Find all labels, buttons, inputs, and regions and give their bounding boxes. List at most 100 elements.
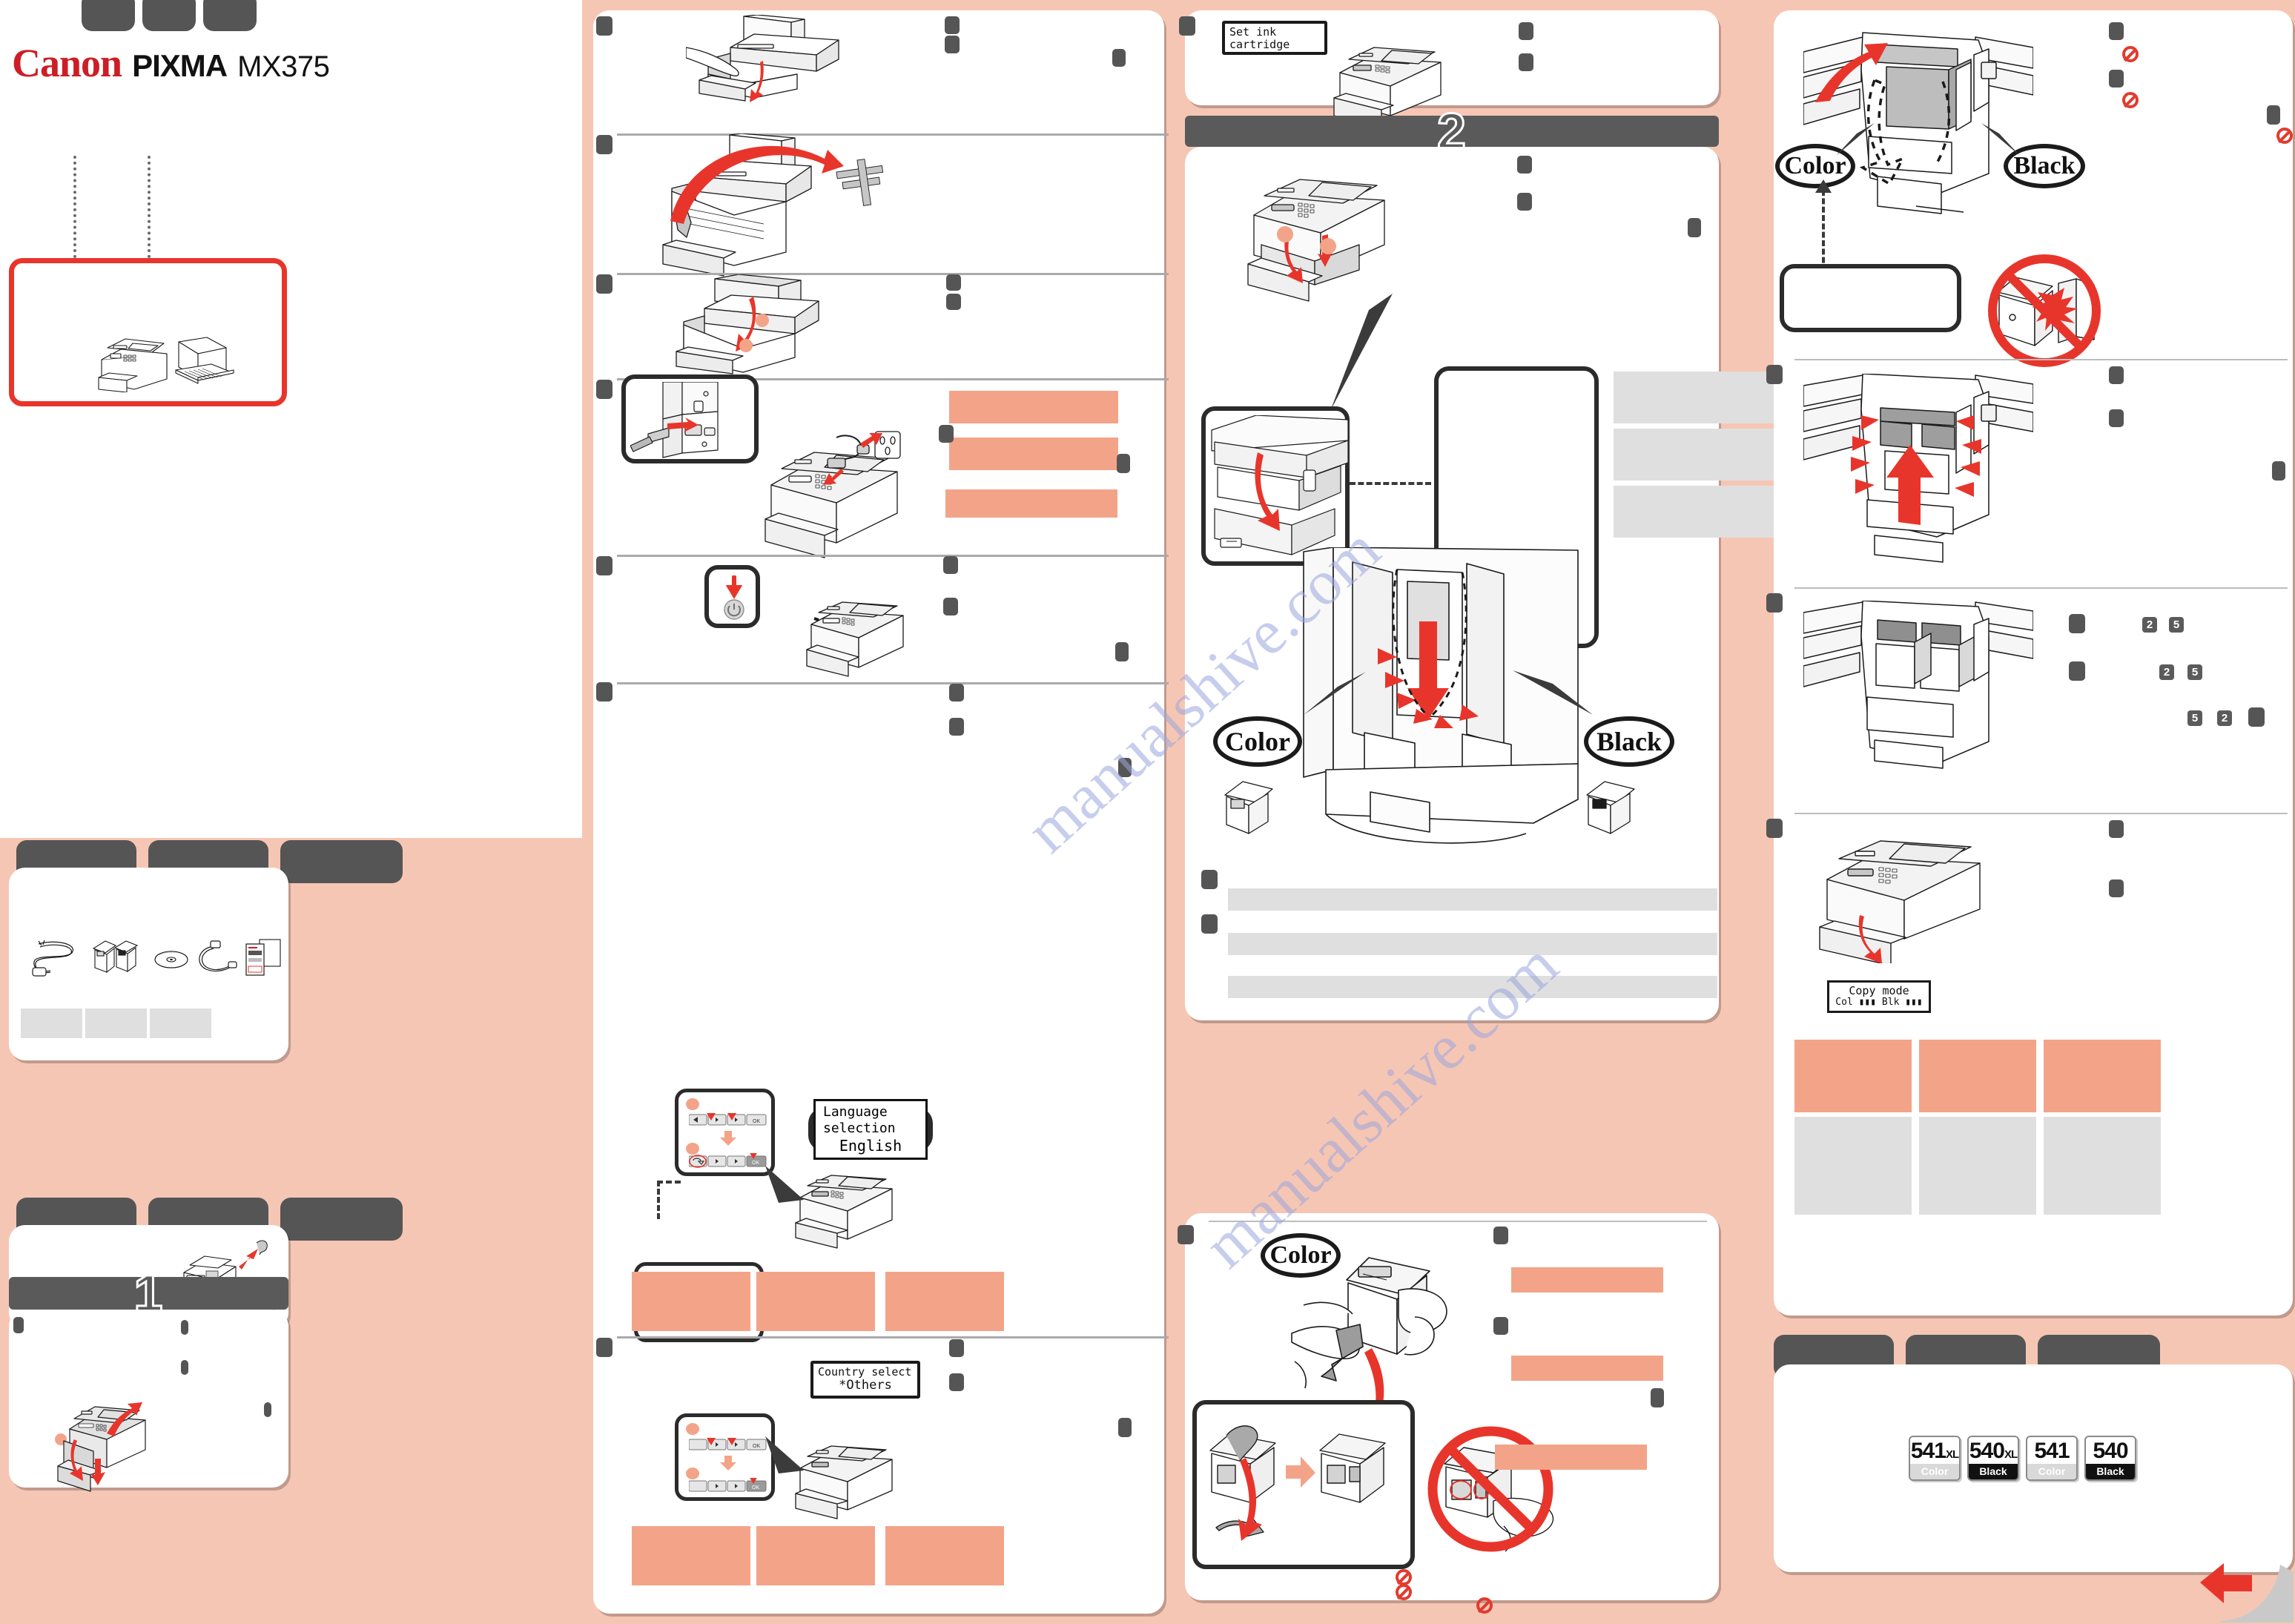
c3-s2-caution-2 <box>1228 933 1717 955</box>
copy-mode-lcd: Copy mode Col ▮▮▮ Blk ▮▮▮ <box>1827 980 1931 1014</box>
c2-s4-note-2 <box>949 438 1118 470</box>
c2-s5-text-c <box>1115 642 1129 661</box>
c3-top-marker <box>1179 16 1195 36</box>
svg-text:OK: OK <box>752 1485 759 1491</box>
c2-button-sequence-inset: OK OK <box>675 1089 775 1176</box>
divider-dotted-left <box>73 156 76 258</box>
brand-logo: Canon PIXMA MX375 <box>12 40 330 86</box>
c4-install-note-box <box>1780 264 1961 332</box>
ink-chip-1-num: 540 <box>1969 1439 2005 1463</box>
c4-s2-text-c <box>2272 461 2285 481</box>
power-button-icon <box>719 575 749 621</box>
c3-s2-text-b <box>1517 193 1532 211</box>
c2-s3-text-b <box>946 294 961 310</box>
c2-country-pointer <box>765 1435 832 1479</box>
copy-mode-lcd-line1: Copy mode <box>1849 984 1909 997</box>
ink-chip-0-suffix: XL <box>1945 1448 1959 1461</box>
c2-country-button-row-top: OK <box>689 1438 767 1451</box>
country-lcd-line1: Country select <box>818 1365 912 1379</box>
c4-ref-badge-6: 2 <box>2217 710 2232 726</box>
c3-black-leader <box>1511 670 1608 730</box>
c3-s2-text-a <box>1517 156 1532 174</box>
c2-button-row-top: OK <box>689 1113 767 1126</box>
c2-country-down-arrow <box>719 1456 738 1470</box>
ink-chip-0-type: Color <box>1910 1464 1959 1479</box>
c4-bottom-body-3 <box>2044 1117 2161 1215</box>
c2-s4-text-b <box>1117 454 1130 473</box>
c4-bottom-body-2 <box>1919 1117 2036 1215</box>
c2-power-button-inset <box>704 565 760 628</box>
c2-s4-note-1 <box>949 391 1118 423</box>
c4-s3-text-b <box>2069 661 2085 681</box>
c2-close-cover-illustration <box>667 274 853 374</box>
c2-open-document-cover-illustration <box>686 15 879 102</box>
step1-instruction-block-a <box>13 1317 24 1333</box>
c2-separator-5 <box>617 682 1169 684</box>
country-select-lcd: Country select *Others <box>810 1361 920 1399</box>
phone-cable-icon <box>194 940 237 978</box>
c2-s5-text-a <box>943 556 958 574</box>
c3-s2-bullet-2 <box>1201 914 1218 934</box>
ink-chip-1-suffix: XL <box>2004 1448 2018 1461</box>
language-lcd-line2: English <box>839 1136 902 1155</box>
c2-s5-marker <box>596 556 612 575</box>
c2-s2-marker <box>596 135 612 154</box>
c2-s1-text-c <box>1112 49 1126 67</box>
c2-s7-note-3 <box>885 1526 1004 1585</box>
c4-s4-text-a <box>2109 820 2124 838</box>
step1-instruction-block-d <box>264 1402 271 1417</box>
c3-s2-caution-3 <box>1228 976 1717 998</box>
c2-s4-text-a <box>939 425 954 443</box>
intro-redbox <box>9 258 287 406</box>
c2-s1-marker <box>596 16 612 36</box>
c2-power-port-illustration <box>630 382 756 462</box>
ink-chip-540xl-black-number: 540XL <box>1969 1437 2018 1464</box>
c4-black-leader <box>1980 123 2024 160</box>
c3-top-text-b <box>1519 53 1533 71</box>
c3-s2-table-row-1 <box>1614 372 1780 423</box>
c4-bottom-body-1 <box>1794 1117 1912 1215</box>
c2-s4-note-3 <box>945 489 1117 518</box>
c3-top-text-a <box>1519 22 1533 40</box>
c2-country-button-row-bottom: OK <box>689 1478 767 1493</box>
printer-and-laptop-illustration <box>96 321 237 392</box>
c4-ref-badge-4: 5 <box>2187 664 2202 680</box>
supplied-caption-block-1 <box>21 1009 82 1038</box>
c4-prohibition-3 <box>2276 128 2293 144</box>
language-selection-lcd: Language selection English <box>808 1099 933 1160</box>
c4-ref-badge-2: 5 <box>2169 617 2184 633</box>
c4-separator-2 <box>1794 587 2288 589</box>
c3-bottom-text-c <box>1651 1388 1664 1407</box>
c4-ref-badge-1: 2 <box>2142 617 2157 633</box>
c4-s1-text-c <box>2267 105 2280 125</box>
page-corner-curl <box>2199 1542 2295 1624</box>
c3-s2-table-row-2 <box>1614 429 1780 481</box>
c2-separator-6 <box>617 1336 1169 1339</box>
c2-s4-marker <box>596 380 612 399</box>
step1-instruction-block-b <box>181 1320 188 1335</box>
c4-both-cartridges-illustration <box>1803 601 2033 786</box>
c2-language-leader-v <box>657 1181 660 1219</box>
setup-cd-icon <box>153 945 190 974</box>
ink-chip-3-type: Black <box>2086 1464 2135 1479</box>
c4-ref-badge-5: 5 <box>2187 710 2202 726</box>
c4-s1-text-a <box>2109 22 2124 40</box>
canon-wordmark: Canon <box>12 41 122 85</box>
ink-chip-540-black: 540 Black <box>2084 1436 2136 1481</box>
c2-s1-text-b <box>945 36 960 53</box>
c2-separator-4 <box>617 555 1169 557</box>
c3-color-leader <box>1278 672 1367 731</box>
c3-bottom-text-b <box>1493 1317 1508 1335</box>
ink-cartridge-chips: 541XL Color 540XL Black 541 Color 540 Bl… <box>1909 1436 2136 1481</box>
c4-prohibition-2 <box>2122 92 2139 108</box>
c4-s2-text-a <box>2109 366 2124 384</box>
step-2-panel: Color Black <box>1185 147 1780 1020</box>
c2-s7-note-2 <box>756 1526 875 1585</box>
c2-s7-text-b <box>949 1373 964 1391</box>
header-tab-3 <box>203 0 257 31</box>
supplied-items-tab-3 <box>280 840 403 883</box>
c2-sequence-down-arrow <box>719 1131 738 1146</box>
c3-black-cartridge-icon <box>1585 779 1640 838</box>
c4-install-leader-arrow <box>1815 179 1832 196</box>
c4-s1-text-b <box>2109 70 2124 88</box>
